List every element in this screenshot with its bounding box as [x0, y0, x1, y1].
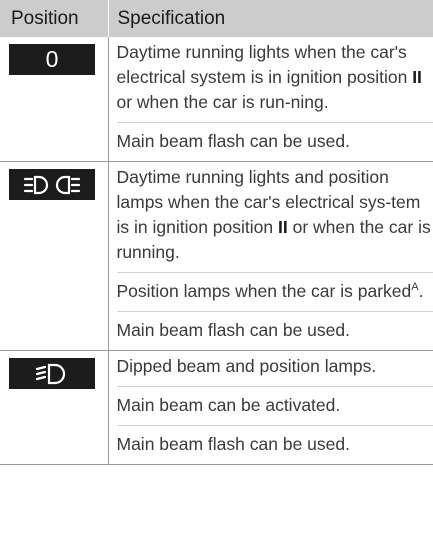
specification-paragraph: Main beam flash can be used. [116, 131, 350, 151]
position-cell: 0 [0, 37, 109, 162]
table-row: Daytime running lights and position lamp… [0, 161, 433, 351]
position-0-symbol: 0 [9, 44, 95, 75]
text-run: or when the car is run-ning. [116, 92, 329, 112]
light-switch-positions-table: Position Specification 0 Daytime running… [0, 0, 433, 465]
specification-column-header: Specification [107, 0, 433, 37]
footnote-marker: A [411, 281, 419, 294]
ignition-position-ii: II [412, 67, 422, 87]
specification-paragraph: Dipped beam and position lamps. [116, 351, 433, 387]
daytime-position-lamps-icon [9, 169, 95, 200]
dipped-beam-icon [9, 358, 95, 389]
specification-paragraph: Daytime running lights when the car's el… [116, 37, 433, 123]
table-row: 0 Daytime running lights when the car's … [0, 37, 433, 162]
specification-cell: Dipped beam and position lamps. Main bea… [108, 350, 433, 465]
specification-cell: Daytime running lights and position lamp… [108, 161, 433, 351]
specification-paragraph: Main beam flash can be used. [116, 320, 350, 340]
specification-paragraph: Main beam can be activated. [116, 387, 433, 426]
text-run: . [418, 281, 424, 301]
text-run: Position lamps when the car is parked [116, 281, 412, 301]
table-header-row: Position Specification [0, 0, 433, 37]
specification-paragraph: Position lamps when the car is parkedA. [116, 273, 433, 312]
position-column-header: Position [0, 0, 108, 37]
ignition-position-ii: II [277, 217, 288, 237]
position-cell [0, 350, 109, 465]
table-row: Dipped beam and position lamps. Main bea… [0, 350, 433, 465]
position-cell [0, 161, 109, 351]
specification-paragraph: Main beam flash can be used. [116, 434, 350, 454]
specification-paragraph: Daytime running lights and position lamp… [116, 162, 433, 273]
specification-cell: Daytime running lights when the car's el… [108, 37, 433, 162]
text-run: Daytime running lights when the car's el… [116, 42, 413, 87]
